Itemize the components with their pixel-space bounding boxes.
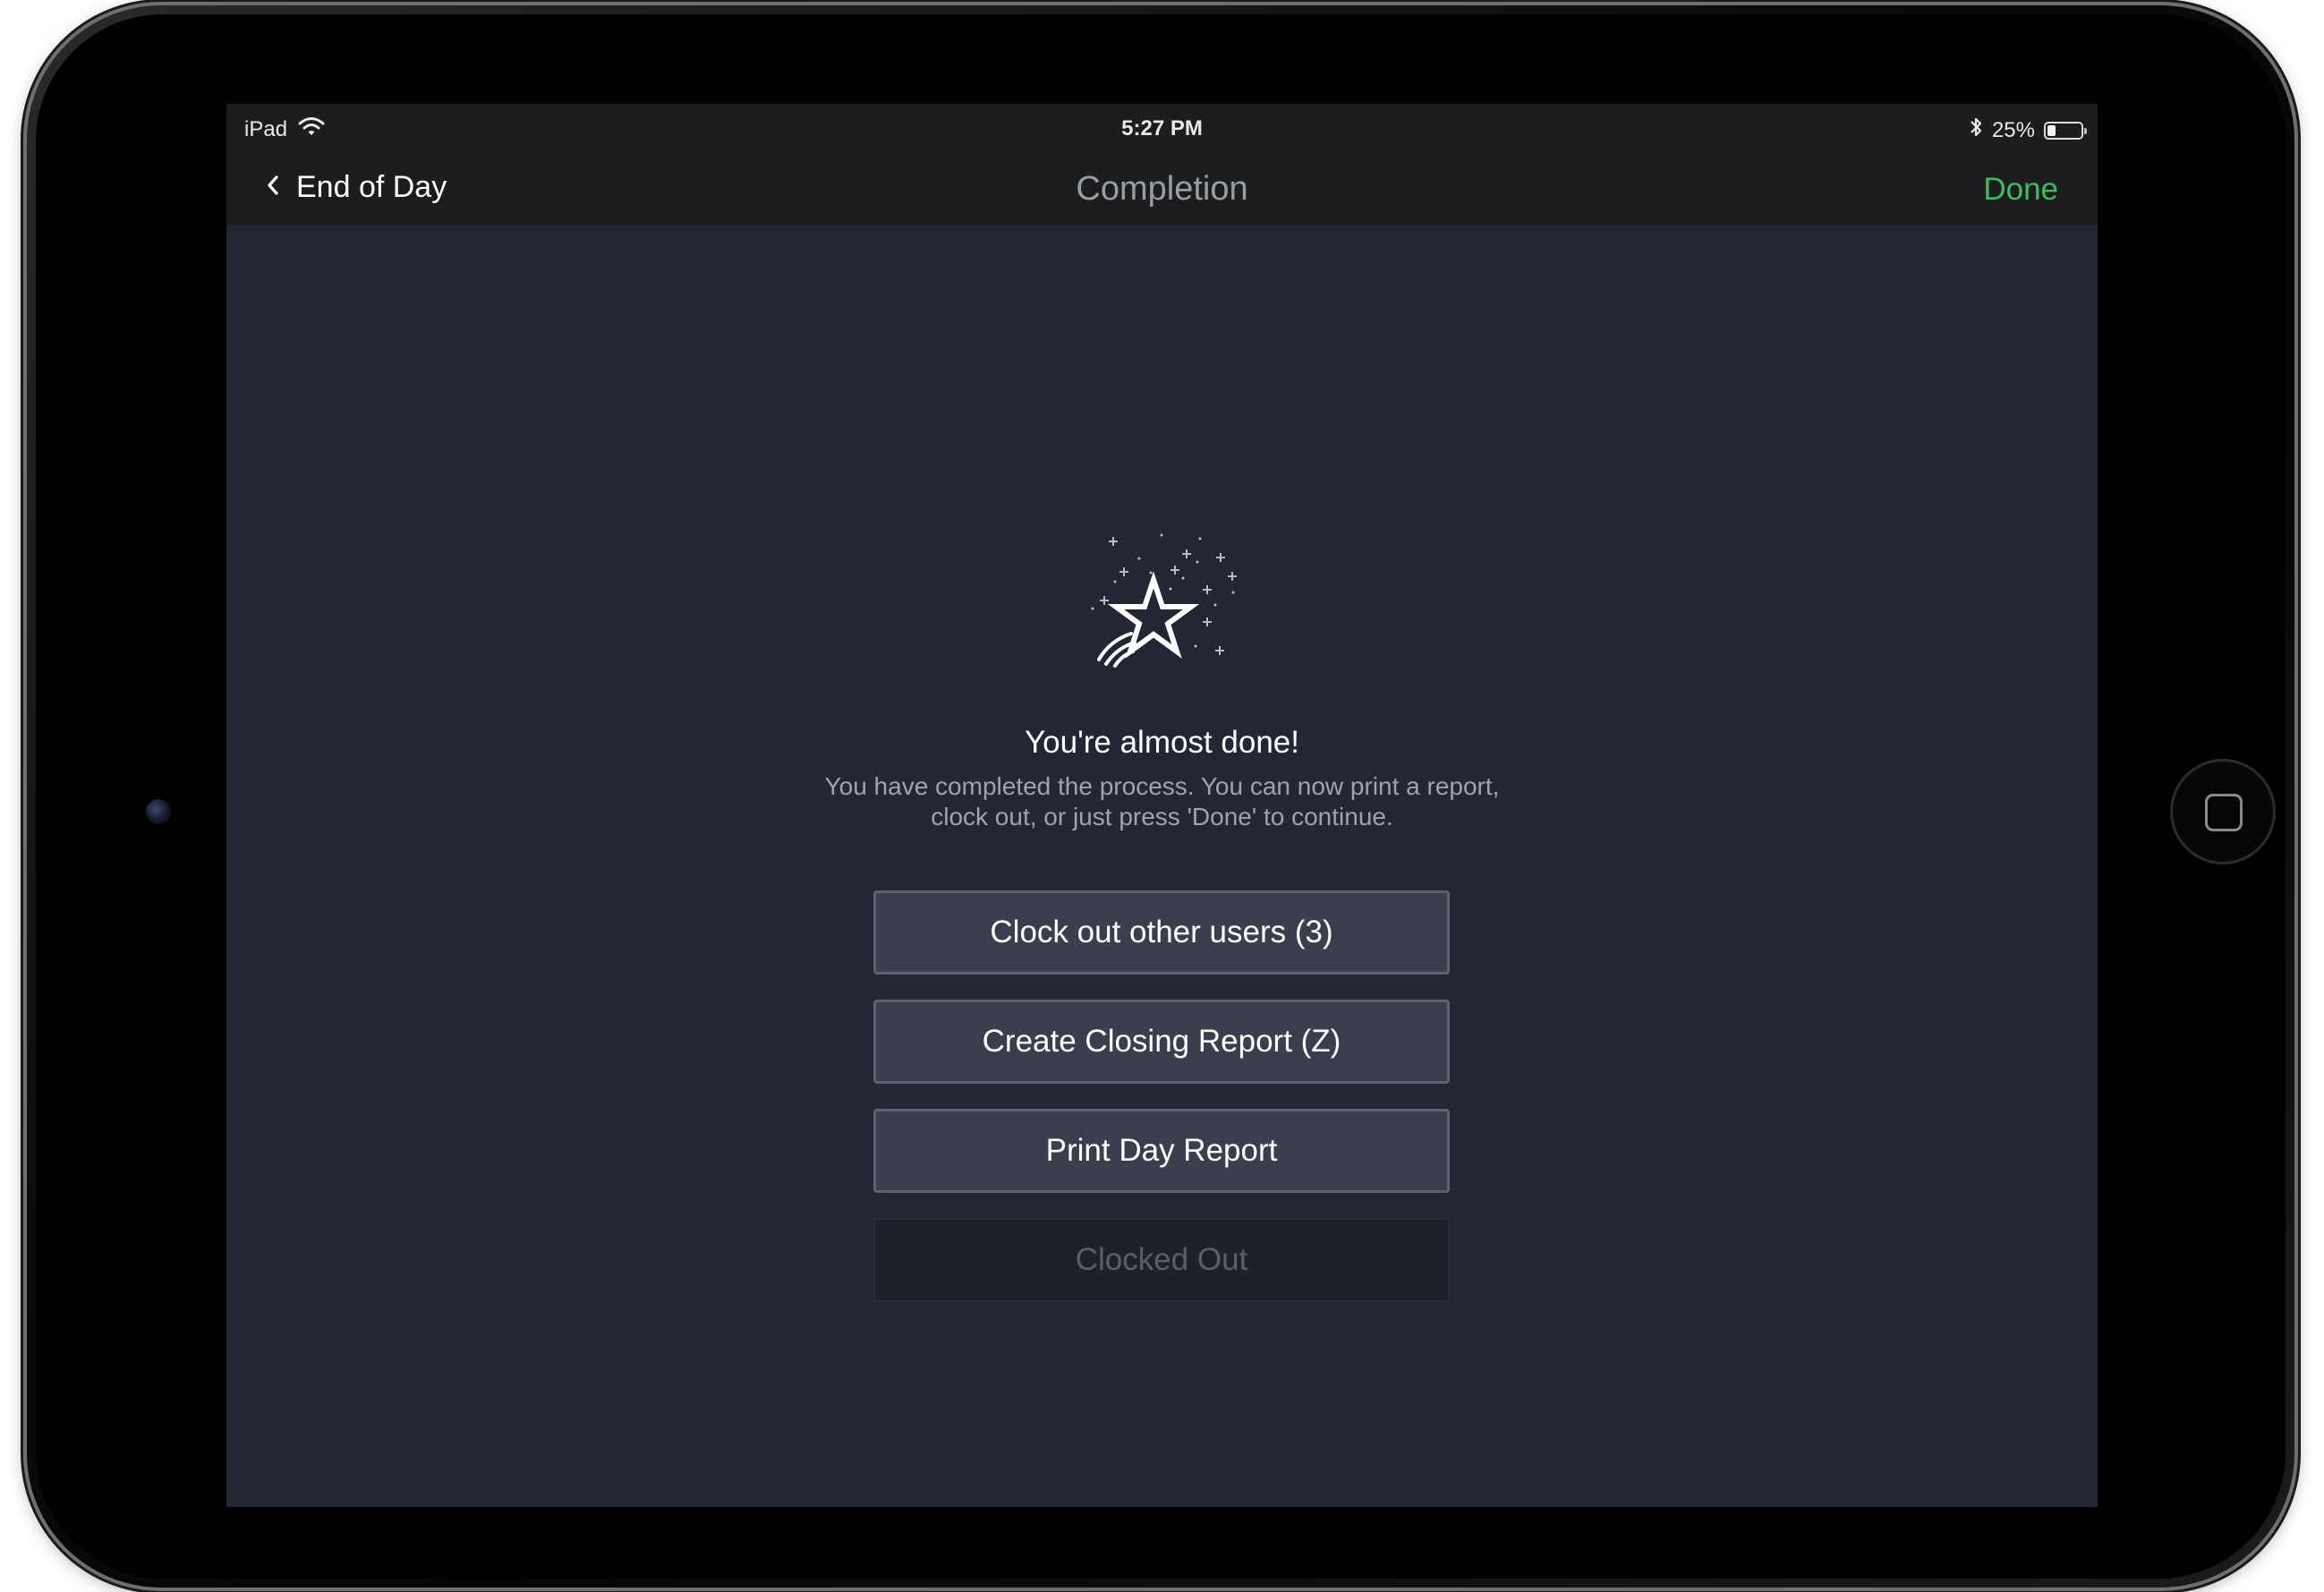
- page-title: Completion: [1076, 170, 1248, 208]
- battery-percent: 25%: [1991, 117, 2035, 142]
- print-day-report-button[interactable]: Print Day Report: [873, 1109, 1450, 1193]
- completion-headline: You're almost done!: [1025, 725, 1299, 760]
- status-time: 5:27 PM: [1121, 116, 1203, 140]
- status-right: 25%: [1969, 116, 2087, 144]
- battery-icon: [2044, 121, 2087, 140]
- front-camera: [146, 799, 171, 824]
- home-button[interactable]: [2170, 759, 2276, 864]
- message-line-2: clock out, or just press 'Done' to conti…: [931, 803, 1393, 830]
- completion-message: You have completed the process. You can …: [226, 771, 2098, 832]
- clock-out-other-users-button[interactable]: Clock out other users (3): [873, 890, 1450, 975]
- done-button[interactable]: Done: [1983, 172, 2058, 208]
- message-line-1: You have completed the process. You can …: [824, 772, 1500, 800]
- shooting-star-icon: [1072, 530, 1251, 682]
- create-closing-report-button[interactable]: Create Closing Report (Z): [873, 1000, 1450, 1084]
- bluetooth-icon: [1969, 116, 1983, 144]
- home-square-icon: [2205, 794, 2243, 831]
- clocked-out-button: Clocked Out: [873, 1218, 1450, 1302]
- main-content: You're almost done! You have completed t…: [226, 226, 2098, 1507]
- battery-fill: [2047, 124, 2056, 136]
- status-bar: iPad 5:27 PM 25%: [226, 104, 2098, 154]
- navigation-bar: End of Day Completion Done: [226, 154, 2098, 226]
- screen: iPad 5:27 PM 25% End of Day Completion D…: [226, 104, 2098, 1507]
- battery-nub: [2084, 127, 2087, 134]
